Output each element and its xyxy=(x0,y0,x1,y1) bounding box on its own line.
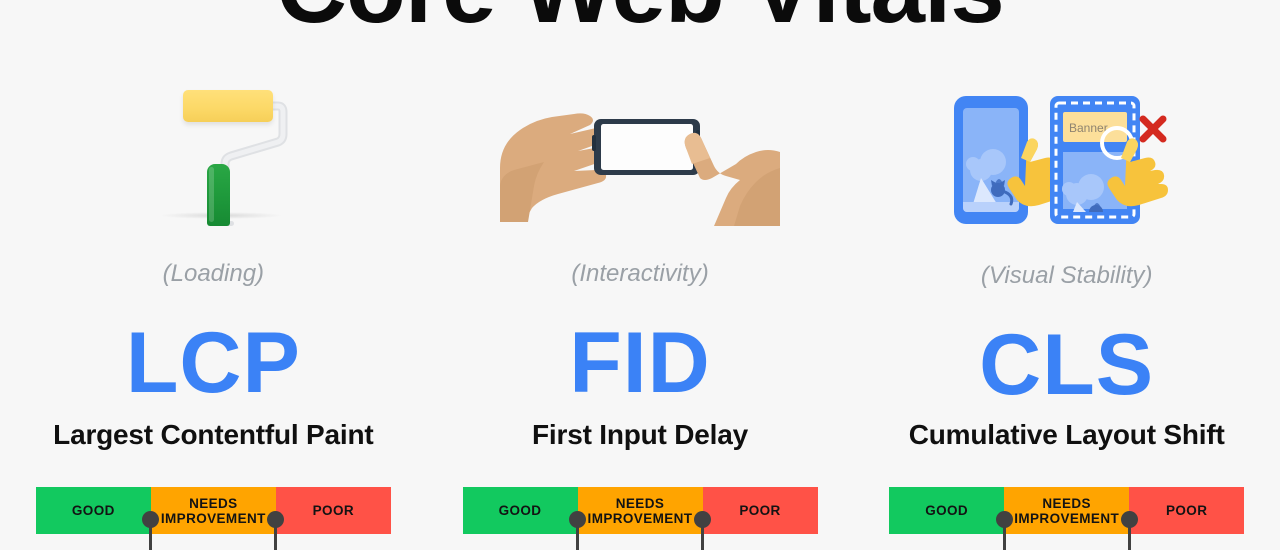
fid-segment-poor: POOR xyxy=(702,487,818,534)
phone-left xyxy=(953,96,1028,224)
fid-acronym: FID xyxy=(569,315,711,411)
lcp-illustration xyxy=(0,86,427,231)
fid-threshold-bar: GOOD NEEDS IMPROVEMENT POOR xyxy=(462,487,818,550)
lcp-subtitle: (Loading) xyxy=(162,260,265,287)
cls-threshold-bar: GOOD NEEDS IMPROVEMENT POOR xyxy=(889,487,1245,550)
lcp-segment-poor: POOR xyxy=(275,487,391,534)
fid-threshold-pin-1 xyxy=(569,511,586,550)
metrics-columns: (Loading) LCP Largest Contentful Paint G… xyxy=(0,0,1280,550)
fid-threshold-pin-2 xyxy=(694,511,711,550)
fid-subtitle: (Interactivity) xyxy=(571,260,709,287)
lcp-threshold-pin-1 xyxy=(142,511,160,550)
lcp-full-name: Largest Contentful Paint xyxy=(53,419,374,450)
cls-illustration: Banner xyxy=(853,86,1280,231)
roller-barrel xyxy=(183,90,274,122)
cls-segment-needs-improvement: NEEDS IMPROVEMENT xyxy=(1004,487,1130,534)
fid-full-name: First Input Delay xyxy=(532,419,748,450)
fid-segment-needs-improvement: NEEDS IMPROVEMENT xyxy=(577,487,703,534)
fid-segment-good: GOOD xyxy=(462,487,578,534)
metric-column-cls: Banner (Visual Stability) CLS Cumulative… xyxy=(853,0,1280,550)
fid-illustration xyxy=(427,86,854,231)
roller-handle-grip xyxy=(207,164,231,226)
cls-segment-poor: POOR xyxy=(1129,487,1245,534)
lcp-segment-needs-improvement: NEEDS IMPROVEMENT xyxy=(150,487,276,534)
hands-phone-svg xyxy=(500,113,780,226)
lcp-threshold-pin-2 xyxy=(267,511,285,550)
cls-subtitle: (Visual Stability) xyxy=(980,262,1153,289)
metric-column-fid: (Interactivity) FID First Input Delay GO… xyxy=(427,0,854,550)
lcp-threshold-bar-area: GOOD NEEDS IMPROVEMENT POOR xyxy=(0,487,427,550)
metric-column-lcp: (Loading) LCP Largest Contentful Paint G… xyxy=(0,0,427,550)
cls-threshold-pin-2 xyxy=(1120,511,1138,550)
paint-roller-icon xyxy=(161,86,296,226)
right-hand-tapping xyxy=(684,132,780,226)
lcp-segment-good: GOOD xyxy=(35,487,151,534)
layout-shift-phones-icon: Banner xyxy=(951,86,1183,231)
cls-threshold-bar-area: GOOD NEEDS IMPROVEMENT POOR xyxy=(853,487,1280,550)
error-cross-icon xyxy=(1139,115,1167,143)
lcp-threshold-bar: GOOD NEEDS IMPROVEMENT POOR xyxy=(35,487,391,550)
phone-device xyxy=(592,119,700,175)
cls-segment-good: GOOD xyxy=(889,487,1005,534)
cls-threshold-pin-1 xyxy=(995,511,1013,550)
lcp-acronym: LCP xyxy=(125,315,301,411)
fid-threshold-bar-area: GOOD NEEDS IMPROVEMENT POOR xyxy=(427,487,854,550)
banner-label: Banner xyxy=(1069,121,1108,135)
cls-phones-svg: Banner xyxy=(953,96,1168,224)
hands-tapping-phone-icon xyxy=(500,90,780,226)
cls-acronym: CLS xyxy=(979,317,1155,413)
cls-full-name: Cumulative Layout Shift xyxy=(908,419,1225,450)
core-web-vitals-infographic: Core Web Vitals (Loading) LCP Largest Co xyxy=(0,0,1280,550)
